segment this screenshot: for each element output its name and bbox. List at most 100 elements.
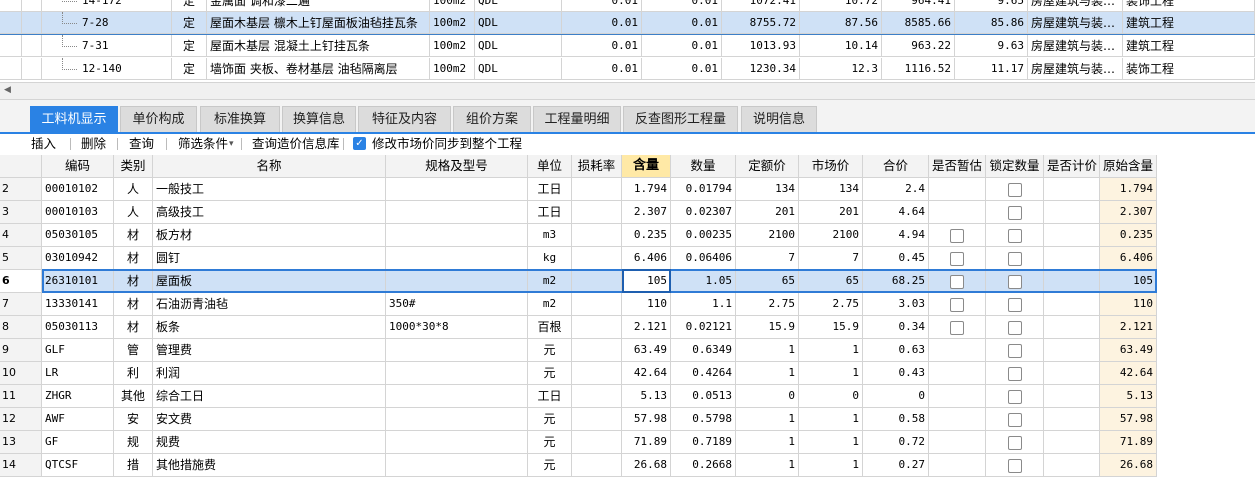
grid-cell-spec[interactable] (386, 178, 528, 201)
grid-cell-loss[interactable] (572, 201, 622, 224)
grid-cell-loss[interactable] (572, 408, 622, 431)
horizontal-scrollbar[interactable]: ◀ (0, 82, 1255, 100)
grid-cell-quota[interactable]: 1 (736, 431, 799, 454)
grid-cell-code[interactable]: 00010102 (42, 178, 114, 201)
grid-cell-unit[interactable]: 工日 (528, 178, 572, 201)
column-header[interactable]: 含量 (622, 155, 671, 178)
grid-cell-name[interactable]: 综合工日 (153, 385, 386, 408)
column-header[interactable]: 是否暂估 (929, 155, 986, 178)
grid-cell-spec[interactable] (386, 270, 528, 293)
grid-cell-total[interactable]: 0.27 (863, 454, 929, 477)
grid-cell-market[interactable]: 1 (799, 339, 863, 362)
grid-cell-loss[interactable] (572, 316, 622, 339)
tab-5[interactable]: 组价方案 (453, 106, 531, 132)
column-header[interactable]: 编码 (42, 155, 114, 178)
grid-cell-spec[interactable] (386, 362, 528, 385)
grid-cell-code[interactable]: QTCSF (42, 454, 114, 477)
grid-cell-qty[interactable]: 0.0513 (671, 385, 736, 408)
grid-cell-content[interactable]: 5.13 (622, 385, 671, 408)
grid-cell-qty[interactable]: 0.01794 (671, 178, 736, 201)
grid-cell-cat[interactable]: 人 (114, 201, 153, 224)
column-header[interactable]: 锁定数量 (986, 155, 1044, 178)
lock-quantity-checkbox[interactable] (1007, 205, 1022, 220)
grid-cell-cat[interactable]: 材 (114, 293, 153, 316)
grid-cell-cat[interactable]: 其他 (114, 385, 153, 408)
grid-cell-name[interactable]: 利润 (153, 362, 386, 385)
grid-cell-content[interactable]: 110 (622, 293, 671, 316)
grid-cell-total[interactable]: 0.72 (863, 431, 929, 454)
grid-cell-name[interactable]: 高级技工 (153, 201, 386, 224)
grid-cell-orig[interactable]: 63.49 (1100, 339, 1157, 362)
lock-quantity-checkbox[interactable] (1007, 274, 1022, 289)
delete-button[interactable]: 删除 (81, 136, 106, 152)
grid-cell-name[interactable]: 一般技工 (153, 178, 386, 201)
column-header[interactable]: 损耗率 (572, 155, 622, 178)
grid-cell-spec[interactable]: 1000*30*8 (386, 316, 528, 339)
column-header[interactable]: 数量 (671, 155, 736, 178)
grid-cell-spec[interactable]: 350# (386, 293, 528, 316)
query-button[interactable]: 查询 (129, 136, 154, 152)
column-header[interactable]: 名称 (153, 155, 386, 178)
grid-cell-market[interactable]: 2100 (799, 224, 863, 247)
grid-cell-quota[interactable]: 134 (736, 178, 799, 201)
grid-cell-content[interactable]: 1.794 (622, 178, 671, 201)
grid-cell-content[interactable]: 63.49 (622, 339, 671, 362)
lock-quantity-checkbox[interactable] (1007, 251, 1022, 266)
grid-cell-code[interactable]: AWF (42, 408, 114, 431)
grid-cell-total[interactable]: 4.94 (863, 224, 929, 247)
grid-cell-unit[interactable]: m2 (528, 293, 572, 316)
lock-quantity-checkbox[interactable] (1007, 320, 1022, 335)
grid-cell-loss[interactable] (572, 339, 622, 362)
grid-cell-cat[interactable]: 管 (114, 339, 153, 362)
grid-cell-quota[interactable]: 1 (736, 339, 799, 362)
tab-8[interactable]: 说明信息 (741, 106, 817, 132)
grid-cell-total[interactable]: 0.45 (863, 247, 929, 270)
provisional-estimate-checkbox[interactable] (950, 228, 964, 243)
grid-cell-content[interactable]: 26.68 (622, 454, 671, 477)
grid-cell-orig[interactable]: 0.235 (1100, 224, 1157, 247)
chevron-down-icon[interactable]: ▾ (229, 136, 234, 152)
grid-cell-spec[interactable] (386, 431, 528, 454)
grid-cell-spec[interactable] (386, 385, 528, 408)
grid-cell-unit[interactable]: 元 (528, 408, 572, 431)
grid-cell-cat[interactable]: 规 (114, 431, 153, 454)
grid-cell-quota[interactable]: 201 (736, 201, 799, 224)
grid-cell-cat[interactable]: 材 (114, 224, 153, 247)
provisional-estimate-checkbox[interactable] (950, 297, 964, 312)
grid-cell-quota[interactable]: 1 (736, 454, 799, 477)
column-header[interactable]: 单位 (528, 155, 572, 178)
grid-cell-quota[interactable]: 0 (736, 385, 799, 408)
grid-cell-spec[interactable] (386, 454, 528, 477)
grid-cell-name[interactable]: 其他措施费 (153, 454, 386, 477)
grid-cell-spec[interactable] (386, 224, 528, 247)
grid-cell-name[interactable]: 规费 (153, 431, 386, 454)
grid-cell-content[interactable]: 105 (622, 270, 671, 293)
lock-quantity-checkbox[interactable] (1007, 389, 1022, 404)
grid-cell-code[interactable]: GF (42, 431, 114, 454)
grid-cell-cat[interactable]: 材 (114, 247, 153, 270)
quota-cell-name[interactable]: 金属面 调和漆二遍 (207, 0, 430, 12)
grid-cell-code[interactable]: LR (42, 362, 114, 385)
grid-cell-spec[interactable] (386, 408, 528, 431)
grid-cell-name[interactable]: 圆钉 (153, 247, 386, 270)
grid-cell-code[interactable]: 26310101 (42, 270, 114, 293)
tab-4[interactable]: 特征及内容 (358, 106, 451, 132)
grid-cell-unit[interactable]: 元 (528, 339, 572, 362)
grid-cell-loss[interactable] (572, 178, 622, 201)
column-header[interactable]: 原始含量 (1100, 155, 1157, 178)
filter-dropdown[interactable]: 筛选条件 (178, 136, 228, 152)
grid-cell-quota[interactable]: 65 (736, 270, 799, 293)
grid-cell-loss[interactable] (572, 362, 622, 385)
grid-cell-total[interactable]: 0 (863, 385, 929, 408)
grid-cell-code[interactable]: 05030113 (42, 316, 114, 339)
grid-cell-qty[interactable]: 0.6349 (671, 339, 736, 362)
quota-cell-name[interactable]: 屋面木基层 檩木上钉屋面板油毡挂瓦条 (207, 12, 430, 34)
grid-cell-qty[interactable]: 0.4264 (671, 362, 736, 385)
grid-cell-market[interactable]: 1 (799, 454, 863, 477)
grid-cell-spec[interactable] (386, 201, 528, 224)
grid-cell-unit[interactable]: 工日 (528, 201, 572, 224)
grid-cell-orig[interactable]: 2.121 (1100, 316, 1157, 339)
grid-cell-loss[interactable] (572, 385, 622, 408)
grid-cell-qty[interactable]: 0.2668 (671, 454, 736, 477)
grid-cell-market[interactable]: 134 (799, 178, 863, 201)
